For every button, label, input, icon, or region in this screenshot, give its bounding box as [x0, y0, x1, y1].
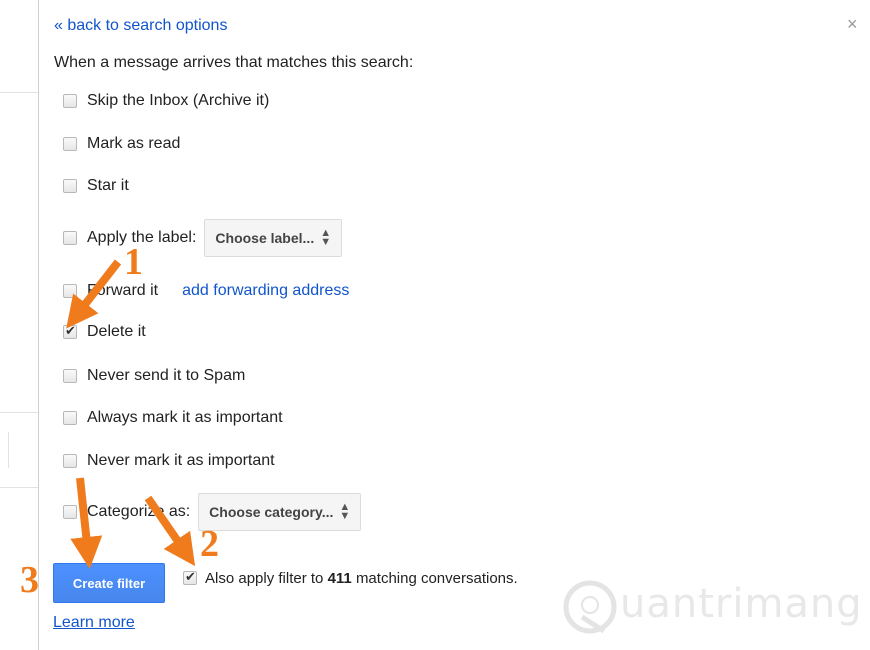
- learn-more-link[interactable]: Learn more: [53, 614, 135, 632]
- apply-to-existing-checkbox[interactable]: [183, 569, 197, 585]
- annotation-number-3: 3: [20, 559, 39, 601]
- option-categorize[interactable]: Categorize as: Choose category... ▲ ▼: [63, 493, 362, 531]
- apply-label-checkbox[interactable]: [63, 231, 77, 245]
- choose-category-select[interactable]: Choose category... ▲ ▼: [198, 493, 362, 531]
- option-label: Always mark it as important: [87, 409, 283, 426]
- categorize-checkbox[interactable]: [63, 505, 77, 519]
- apply-to-existing-row[interactable]: Also apply filter to 411 matching conver…: [183, 566, 518, 590]
- choose-label-select[interactable]: Choose label... ▲ ▼: [204, 219, 343, 257]
- option-label: Mark as read: [87, 135, 181, 152]
- option-label: Star it: [87, 177, 129, 194]
- option-star[interactable]: Star it: [63, 174, 129, 198]
- select-arrows-icon: ▲ ▼: [339, 501, 351, 522]
- annotation-number-2: 2: [200, 523, 219, 565]
- skip-inbox-checkbox[interactable]: [63, 94, 77, 108]
- option-never-spam[interactable]: Never send it to Spam: [63, 364, 245, 388]
- page-edge-line: [0, 487, 38, 488]
- never-important-checkbox[interactable]: [63, 454, 77, 468]
- option-label: Categorize as:: [87, 503, 191, 520]
- select-arrows-icon: ▲ ▼: [320, 227, 332, 248]
- apply-suffix: matching conversations.: [355, 569, 518, 587]
- always-important-checkbox[interactable]: [63, 411, 77, 425]
- option-always-important[interactable]: Always mark it as important: [63, 406, 283, 430]
- close-icon[interactable]: ×: [847, 14, 858, 35]
- page-edge-line: [8, 432, 9, 468]
- forward-checkbox[interactable]: [63, 284, 77, 298]
- never-spam-checkbox[interactable]: [63, 369, 77, 383]
- add-forwarding-address-link[interactable]: add forwarding address: [182, 282, 349, 300]
- apply-prefix: Also apply filter to: [205, 569, 324, 587]
- option-label: Skip the Inbox (Archive it): [87, 92, 270, 109]
- delete-checkbox[interactable]: [63, 323, 77, 339]
- option-label: Never mark it as important: [87, 452, 275, 469]
- option-skip-inbox[interactable]: Skip the Inbox (Archive it): [63, 89, 269, 113]
- star-checkbox[interactable]: [63, 179, 77, 193]
- option-never-important[interactable]: Never mark it as important: [63, 449, 275, 473]
- option-forward[interactable]: Forward it add forwarding address: [63, 279, 349, 303]
- filter-intro-text: When a message arrives that matches this…: [54, 54, 414, 71]
- mark-read-checkbox[interactable]: [63, 137, 77, 151]
- matching-count: 411: [327, 569, 352, 587]
- option-mark-read[interactable]: Mark as read: [63, 132, 180, 156]
- option-label: Forward it: [87, 282, 159, 299]
- back-to-search-options-link[interactable]: « back to search options: [54, 17, 227, 35]
- select-value: Choose label...: [215, 230, 315, 246]
- option-label: Never send it to Spam: [87, 367, 246, 384]
- select-value: Choose category...: [209, 504, 334, 520]
- filter-dialog: « back to search options × When a messag…: [38, 0, 870, 650]
- page-edge-line: [0, 92, 38, 93]
- create-filter-button[interactable]: Create filter: [53, 563, 165, 603]
- option-delete[interactable]: Delete it: [63, 320, 146, 344]
- option-apply-label[interactable]: Apply the label: Choose label... ▲ ▼: [63, 219, 343, 257]
- option-label: Delete it: [87, 323, 146, 340]
- page-edge-line: [0, 412, 38, 413]
- annotation-number-1: 1: [124, 241, 143, 283]
